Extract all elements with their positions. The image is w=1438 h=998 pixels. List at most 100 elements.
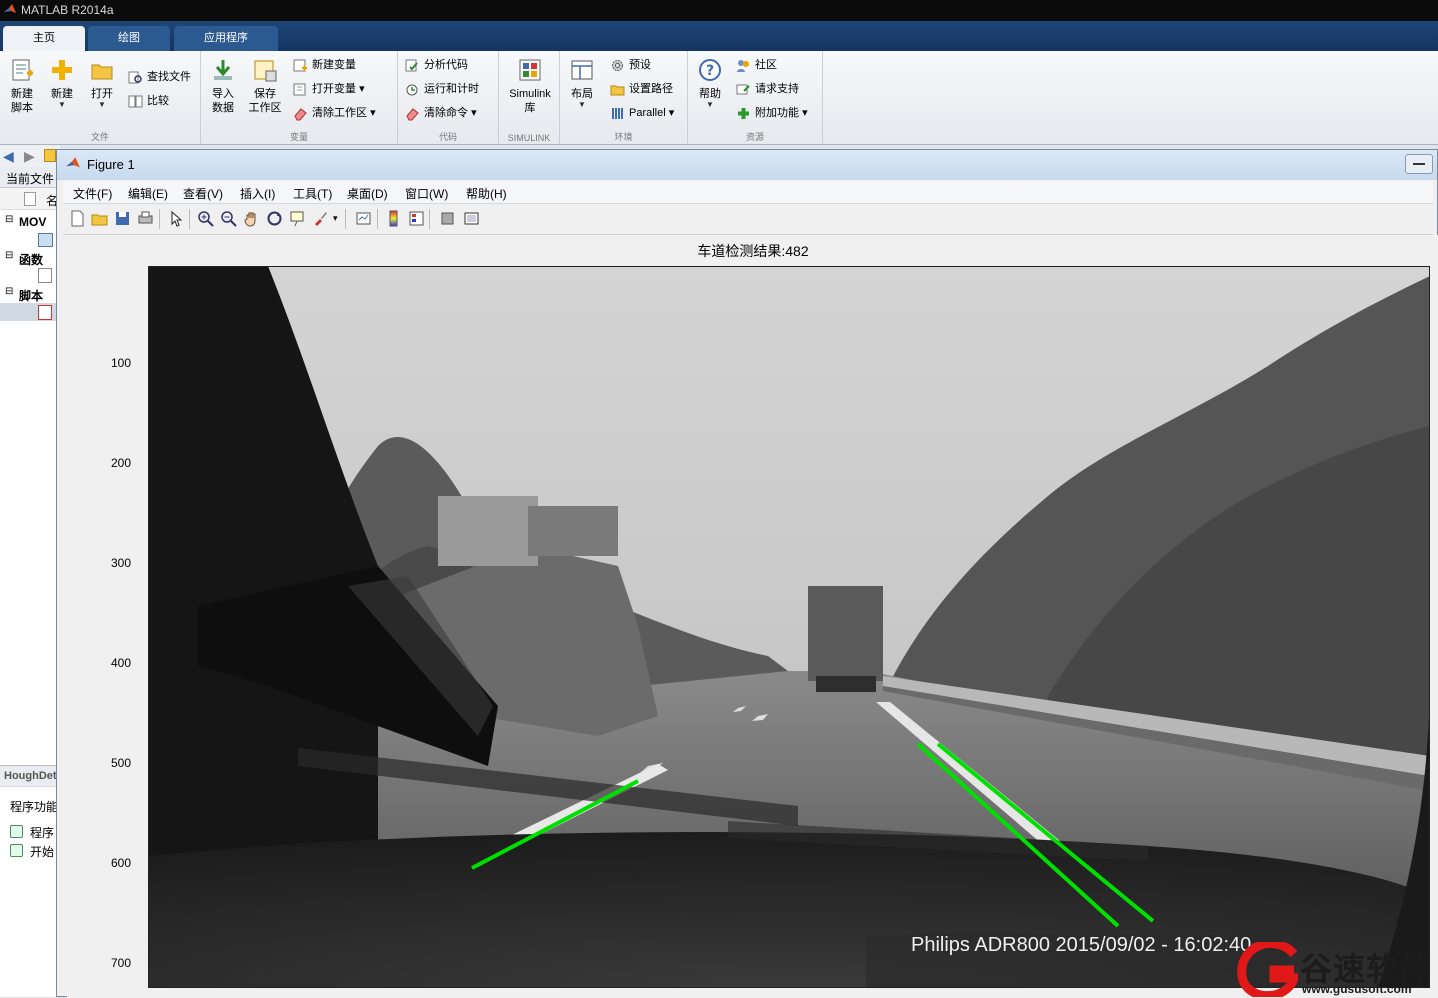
- chevron-down-icon: ▾: [802, 107, 808, 119]
- zoom-out-icon[interactable]: [220, 210, 237, 227]
- import-data-button[interactable]: 导入 数据: [202, 54, 244, 115]
- menu-window[interactable]: 窗口(W): [405, 185, 448, 202]
- folder-icon[interactable]: [44, 149, 56, 162]
- support-icon: [736, 84, 750, 95]
- link-plot-icon[interactable]: [355, 210, 372, 227]
- minimize-button[interactable]: [1405, 154, 1433, 174]
- new-figure-icon[interactable]: [69, 210, 86, 227]
- selected-script-row[interactable]: [0, 303, 58, 321]
- menu-edit[interactable]: 编辑(E): [128, 185, 168, 202]
- y-tick-label: 700: [110, 956, 131, 970]
- import-icon: [214, 60, 232, 80]
- collapse-icon[interactable]: ⊟: [5, 250, 13, 261]
- brush-icon[interactable]: [312, 210, 329, 227]
- find-files-icon: [128, 71, 142, 84]
- pointer-icon[interactable]: [167, 210, 184, 227]
- folder-node[interactable]: MOV: [19, 215, 46, 229]
- colorbar-icon[interactable]: [385, 210, 402, 227]
- details-item-1[interactable]: 程序: [30, 824, 54, 841]
- folder-icon: [91, 64, 113, 80]
- chevron-down-icon: ▼: [58, 100, 66, 109]
- add-ons-button[interactable]: 附加功能 ▾: [736, 103, 808, 123]
- collapse-icon[interactable]: ⊟: [5, 214, 13, 225]
- watermark: 谷速软件 www.gususoft.com: [1236, 942, 1438, 997]
- hide-plot-tools-icon[interactable]: [439, 210, 456, 227]
- open-file-icon[interactable]: [91, 210, 108, 227]
- details-item-2[interactable]: 开始: [30, 843, 54, 860]
- save-workspace-button[interactable]: 保存 工作区: [244, 54, 286, 115]
- menu-file[interactable]: 文件(F): [73, 185, 112, 202]
- clear-workspace-button[interactable]: 清除工作区 ▾: [293, 103, 376, 123]
- folder-icon: [610, 85, 625, 96]
- ribbon-group-code: 分析代码 运行和计时 清除命令 ▾ 代码: [398, 51, 499, 144]
- run-and-time-button[interactable]: 运行和计时: [405, 79, 479, 99]
- open-button[interactable]: 打开 ▼: [81, 54, 123, 109]
- community-button[interactable]: 社区: [736, 55, 777, 75]
- watermark-url: www.gususoft.com: [1302, 982, 1412, 996]
- clear-commands-button[interactable]: 清除命令 ▾: [405, 103, 477, 123]
- compare-button[interactable]: 比较: [128, 91, 169, 111]
- simulink-icon: [519, 59, 541, 81]
- chevron-down-icon[interactable]: ▾: [333, 213, 338, 224]
- chevron-down-icon: ▼: [98, 100, 106, 109]
- scripts-node[interactable]: 脚本: [19, 287, 43, 304]
- menu-desktop[interactable]: 桌面(D): [347, 185, 388, 202]
- script-section-icon: [10, 844, 23, 857]
- analyze-code-button[interactable]: 分析代码: [405, 55, 468, 75]
- pan-hand-icon[interactable]: [243, 210, 260, 227]
- collapse-icon[interactable]: ⊟: [5, 286, 13, 297]
- video-file-icon[interactable]: [38, 233, 53, 247]
- preferences-button[interactable]: 预设: [610, 55, 651, 75]
- plus-icon: [52, 60, 72, 80]
- chevron-down-icon: ▾: [668, 107, 675, 119]
- tab-plots[interactable]: 绘图: [88, 26, 170, 51]
- save-icon[interactable]: [114, 210, 131, 227]
- find-files-button[interactable]: 查找文件: [128, 67, 191, 87]
- column-header[interactable]: 名: [0, 188, 58, 210]
- figure-title: Figure 1: [87, 157, 135, 172]
- new-variable-button[interactable]: 新建变量: [293, 55, 356, 75]
- analyze-code-icon: [405, 59, 418, 72]
- layout-button[interactable]: 布局 ▼: [561, 54, 603, 109]
- parallel-icon: [612, 107, 623, 119]
- community-icon: [737, 59, 749, 72]
- back-arrow-icon[interactable]: ◀: [3, 148, 14, 165]
- open-variable-button[interactable]: 打开变量 ▾: [293, 79, 365, 99]
- panel-header: 当前文件: [0, 167, 58, 188]
- run-time-icon: [406, 84, 418, 96]
- lane-detection-image[interactable]: [148, 266, 1430, 988]
- menu-insert[interactable]: 插入(I): [240, 185, 275, 202]
- group-label-code: 代码: [438, 132, 457, 142]
- chevron-down-icon: ▾: [359, 83, 365, 95]
- eraser-icon: [406, 107, 419, 121]
- tab-home[interactable]: 主页: [3, 26, 85, 51]
- forward-arrow-icon[interactable]: ▶: [24, 148, 35, 165]
- menu-view[interactable]: 查看(V): [183, 185, 223, 202]
- toolbar-separator: [159, 209, 160, 229]
- menu-tools[interactable]: 工具(T): [293, 185, 332, 202]
- ribbon-group-resources: ? 帮助 ▼ 社区 请求支持 附加功能 ▾ 资源: [688, 51, 823, 144]
- new-script-button[interactable]: 新建 脚本: [1, 54, 43, 115]
- rotate-3d-icon[interactable]: [266, 210, 283, 227]
- legend-icon[interactable]: [408, 210, 425, 227]
- function-file-icon[interactable]: [38, 268, 52, 283]
- new-button[interactable]: 新建 ▼: [41, 54, 83, 109]
- functions-node[interactable]: 函数: [19, 251, 43, 268]
- group-label-resources: 资源: [745, 132, 764, 142]
- y-tick-label: 600: [110, 856, 131, 870]
- simulink-library-button[interactable]: Simulink 库: [502, 54, 558, 115]
- help-button[interactable]: ? 帮助 ▼: [689, 54, 731, 109]
- minimize-icon: [1413, 163, 1425, 165]
- group-label-file: 文件: [90, 132, 109, 142]
- app-title: MATLAB R2014a: [21, 3, 114, 17]
- data-cursor-icon[interactable]: [289, 210, 306, 227]
- parallel-button[interactable]: Parallel ▾: [610, 103, 674, 123]
- zoom-in-icon[interactable]: [197, 210, 214, 227]
- print-icon[interactable]: [137, 210, 154, 227]
- set-path-button[interactable]: 设置路径: [610, 79, 673, 99]
- menu-help[interactable]: 帮助(H): [466, 185, 507, 202]
- request-support-button[interactable]: 请求支持: [736, 79, 799, 99]
- show-plot-tools-icon[interactable]: [463, 210, 480, 227]
- tab-apps[interactable]: 应用程序: [174, 26, 278, 51]
- ribbon: 新建 脚本 新建 ▼ 打开 ▼ 查找文件 比较 文件 导入 数据 保存 工作区 …: [0, 51, 1438, 145]
